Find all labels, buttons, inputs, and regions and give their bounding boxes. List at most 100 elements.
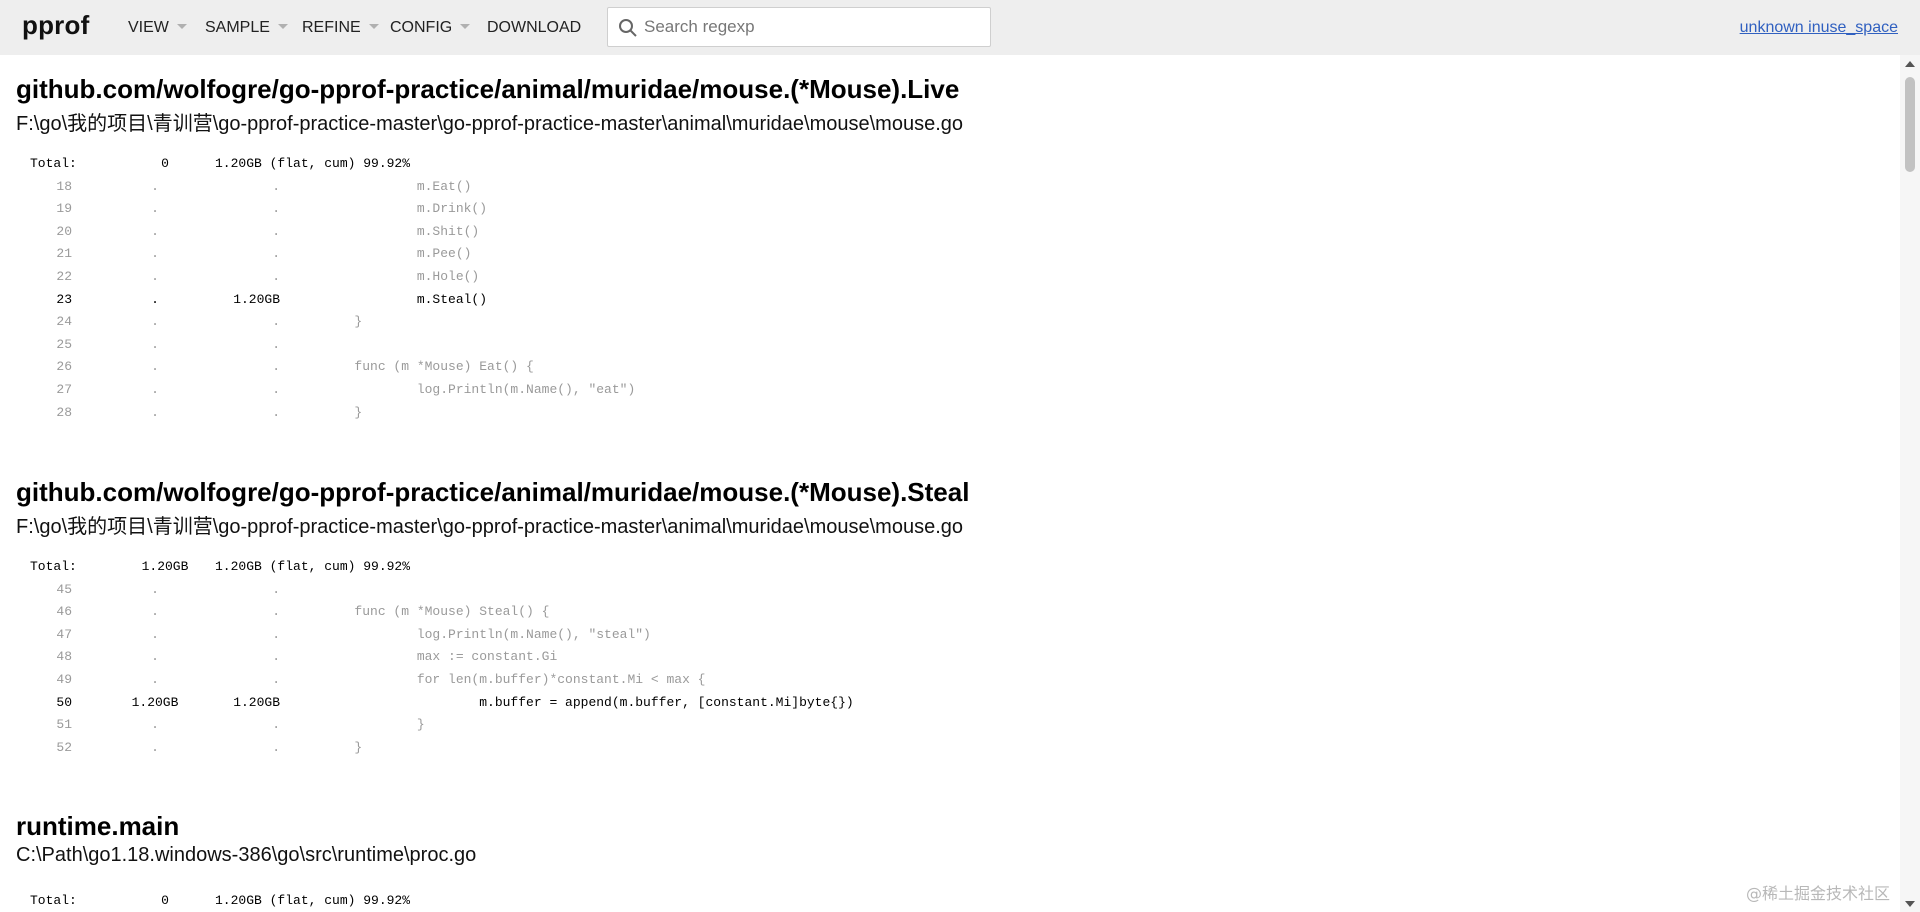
source-text: func (m *Mouse) Steal() {: [292, 604, 550, 620]
chevron-down-icon: [176, 23, 187, 29]
total-flat: 1.20GB: [141, 559, 189, 574]
source-text: }: [292, 314, 363, 330]
source-text: m.Eat(): [292, 178, 472, 194]
source-text: for len(m.buffer)*constant.Mi < max {: [292, 671, 706, 687]
line-number: 26: [56, 359, 72, 375]
flat-value: .: [151, 268, 159, 284]
chevron-down-icon: [368, 23, 379, 29]
total-flat: 0: [161, 893, 169, 908]
source-text: log.Println(m.Name(), "steal"): [292, 626, 651, 642]
sample-menu[interactable]: SAMPLE: [205, 19, 288, 37]
view-menu[interactable]: VIEW: [128, 19, 187, 37]
flat-value: 1.20GB: [131, 694, 179, 710]
profile-type-link[interactable]: unknown inuse_space: [1740, 19, 1898, 37]
cum-value: .: [272, 626, 280, 642]
refine-menu[interactable]: REFINE: [302, 19, 379, 37]
scrollbar-thumb[interactable]: [1905, 77, 1915, 172]
source-text: }: [292, 739, 363, 755]
line-number: 49: [56, 671, 72, 687]
source-text: log.Println(m.Name(), "eat"): [292, 381, 636, 397]
sample-menu-label: SAMPLE: [205, 19, 270, 36]
cum-value: .: [272, 268, 280, 284]
cum-value: .: [272, 201, 280, 217]
pprof-logo[interactable]: pprof: [22, 10, 89, 41]
source-file-path: F:\go\我的项目\青训营\go-pprof-practice-master\…: [16, 113, 963, 135]
line-number: 20: [56, 223, 72, 239]
line-number: 46: [56, 604, 72, 620]
flat-value: .: [151, 336, 159, 352]
cum-value: .: [272, 246, 280, 262]
refine-menu-label: REFINE: [302, 19, 361, 36]
line-number: 27: [56, 381, 72, 397]
cum-value: .: [272, 223, 280, 239]
total-label: Total:: [30, 156, 77, 171]
line-number: 18: [56, 178, 72, 194]
line-number: 48: [56, 649, 72, 665]
source-listing: github.com/wolfogre/go-pprof-practice/an…: [0, 55, 1900, 912]
scroll-up-icon[interactable]: [1905, 61, 1915, 67]
total-label: Total:: [30, 893, 77, 908]
flat-value: .: [151, 359, 159, 375]
line-number: 21: [56, 246, 72, 262]
line-number: 52: [56, 739, 72, 755]
source-text: m.Hole(): [292, 268, 480, 284]
flat-value: .: [151, 178, 159, 194]
download-menu[interactable]: DOWNLOAD: [487, 19, 581, 37]
cum-value: .: [272, 581, 280, 597]
flat-value: .: [151, 201, 159, 217]
line-number: 24: [56, 314, 72, 330]
line-number: 19: [56, 201, 72, 217]
function-title: github.com/wolfogre/go-pprof-practice/an…: [16, 477, 970, 507]
chevron-down-icon: [460, 23, 471, 29]
flat-value: .: [151, 404, 159, 420]
view-menu-label: VIEW: [128, 19, 169, 36]
function-title: github.com/wolfogre/go-pprof-practice/an…: [16, 74, 960, 104]
line-number: 22: [56, 268, 72, 284]
source-text: func (m *Mouse) Eat() {: [292, 359, 534, 375]
source-text: }: [292, 717, 425, 733]
source-text: m.Pee(): [292, 246, 472, 262]
flat-value: .: [151, 381, 159, 397]
flat-value: .: [151, 604, 159, 620]
flat-value: .: [151, 314, 159, 330]
search-box[interactable]: [607, 7, 991, 47]
line-number: 45: [56, 581, 72, 597]
cum-value: 1.20GB: [233, 694, 280, 710]
scroll-down-icon[interactable]: [1905, 901, 1915, 907]
vertical-scrollbar[interactable]: [1900, 55, 1920, 912]
line-number: 28: [56, 404, 72, 420]
cum-value: .: [272, 649, 280, 665]
config-menu[interactable]: CONFIG: [390, 19, 471, 37]
cum-value: .: [272, 404, 280, 420]
function-title: runtime.main: [16, 811, 180, 841]
source-text: m.Steal(): [292, 291, 488, 307]
cum-value: .: [272, 336, 280, 352]
cum-value: .: [272, 739, 280, 755]
flat-value: .: [151, 246, 159, 262]
line-number: 51: [56, 717, 72, 733]
source-file-path: C:\Path\go1.18.windows-386\go\src\runtim…: [16, 844, 477, 866]
source-text: max := constant.Gi: [292, 649, 558, 665]
source-file-path: F:\go\我的项目\青训营\go-pprof-practice-master\…: [16, 516, 963, 538]
search-icon: [619, 19, 637, 37]
source-text: m.Drink(): [292, 201, 488, 217]
flat-value: .: [151, 291, 159, 307]
config-menu-label: CONFIG: [390, 19, 453, 36]
cum-value: .: [272, 381, 280, 397]
line-number: 47: [56, 626, 72, 642]
total-summary: 1.20GB (flat, cum) 99.92%: [215, 893, 411, 908]
cum-value: .: [272, 314, 280, 330]
total-summary: 1.20GB (flat, cum) 99.92%: [215, 559, 411, 574]
flat-value: .: [151, 649, 159, 665]
source-text: }: [292, 404, 363, 420]
download-menu-label: DOWNLOAD: [487, 19, 582, 36]
total-flat: 0: [161, 156, 169, 171]
chevron-down-icon: [277, 23, 288, 29]
flat-value: .: [151, 717, 159, 733]
total-label: Total:: [30, 559, 77, 574]
flat-value: .: [151, 223, 159, 239]
search-input[interactable]: [644, 14, 974, 40]
flat-value: .: [151, 581, 159, 597]
line-number: 50: [56, 694, 72, 710]
source-text: m.Shit(): [292, 223, 480, 239]
